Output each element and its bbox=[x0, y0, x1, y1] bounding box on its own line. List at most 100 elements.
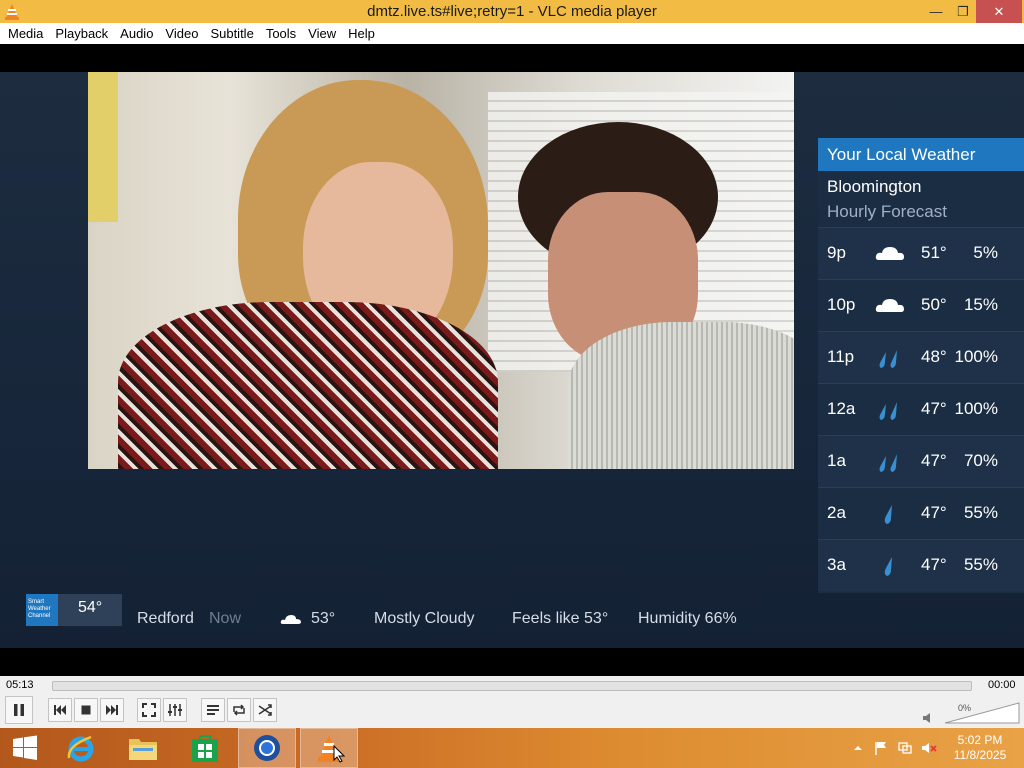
weather-panel: Your Local Weather Bloomington Hourly Fo… bbox=[818, 138, 1024, 593]
forecast-row: 10p 50° 15% bbox=[818, 279, 1024, 331]
forecast-hour: 2a bbox=[827, 503, 846, 522]
forecast-temp: 47° bbox=[921, 451, 947, 470]
clock-date: 11/8/2025 bbox=[953, 748, 1007, 762]
forecast-hour: 1a bbox=[827, 451, 846, 470]
remaining-time: 00:00 bbox=[988, 679, 1016, 691]
forecast-precip: 100% bbox=[954, 399, 998, 418]
rain-drop-icon bbox=[884, 557, 892, 576]
clock-time: 5:02 PM bbox=[957, 733, 1003, 747]
menu-help[interactable]: Help bbox=[342, 23, 381, 44]
menu-video[interactable]: Video bbox=[159, 23, 204, 44]
forecast-precip: 100% bbox=[954, 347, 998, 366]
cloud-icon bbox=[280, 615, 301, 624]
taskbar-internet-explorer[interactable] bbox=[52, 728, 110, 768]
ticker-now: Now bbox=[209, 610, 242, 627]
show-hidden-icons-icon[interactable] bbox=[850, 740, 866, 756]
forecast-row: 3a 47° 55% bbox=[818, 539, 1024, 591]
forecast-hour: 12a bbox=[827, 399, 856, 418]
menu-view[interactable]: View bbox=[302, 23, 342, 44]
weather-subtitle: Hourly Forecast bbox=[827, 202, 947, 221]
forecast-precip: 55% bbox=[963, 503, 998, 522]
pause-icon bbox=[14, 704, 24, 716]
video-area[interactable]: Your Local Weather Bloomington Hourly Fo… bbox=[0, 44, 1024, 676]
forecast-temp: 50° bbox=[921, 295, 947, 314]
forecast-row: 1a 47° 70% bbox=[818, 435, 1024, 487]
menu-bar: Media Playback Audio Video Subtitle Tool… bbox=[0, 23, 1024, 44]
channel-logo: Smart Weather Channel bbox=[26, 594, 58, 626]
forecast-precip: 15% bbox=[963, 295, 998, 314]
taskbar-chrome[interactable] bbox=[238, 728, 296, 768]
pause-button[interactable] bbox=[5, 696, 33, 724]
forecast-row: 2a 47° 55% bbox=[818, 487, 1024, 539]
weather-city: Bloomington bbox=[827, 177, 922, 196]
forecast-list: 9p 51° 5% 10p 50° 15% 11p 48° 100% 12a 4… bbox=[818, 227, 1024, 591]
stop-button[interactable] bbox=[74, 698, 98, 722]
menu-playback[interactable]: Playback bbox=[49, 23, 114, 44]
forecast-temp: 47° bbox=[921, 399, 947, 418]
volume-muted-icon[interactable] bbox=[921, 740, 937, 756]
taskbar: 5:02 PM 11/8/2025 bbox=[0, 728, 1024, 768]
ticker-humidity: Humidity 66% bbox=[638, 610, 737, 627]
taskbar-file-explorer[interactable] bbox=[114, 728, 172, 768]
playlist-button[interactable] bbox=[201, 698, 225, 722]
playback-controls: 05:13 00:00 0% bbox=[0, 676, 1024, 728]
forecast-temp: 47° bbox=[921, 555, 947, 574]
seek-bar[interactable] bbox=[52, 681, 972, 691]
cloud-icon bbox=[875, 247, 904, 260]
loop-icon bbox=[233, 704, 245, 716]
mouse-cursor-icon bbox=[333, 745, 345, 763]
menu-tools[interactable]: Tools bbox=[260, 23, 302, 44]
menu-media[interactable]: Media bbox=[2, 23, 49, 44]
shuffle-button[interactable] bbox=[253, 698, 277, 722]
rain-drop-icon bbox=[884, 505, 892, 524]
restore-button[interactable]: ❐ bbox=[950, 0, 976, 23]
forecast-precip: 55% bbox=[963, 555, 998, 574]
next-button[interactable] bbox=[100, 698, 124, 722]
extended-settings-button[interactable] bbox=[163, 698, 187, 722]
ticker-condition: Mostly Cloudy bbox=[374, 610, 475, 627]
forecast-hour: 9p bbox=[827, 243, 846, 262]
close-button[interactable]: ✕ bbox=[976, 0, 1022, 23]
forecast-row: 9p 51° 5% bbox=[818, 227, 1024, 279]
shuffle-icon bbox=[258, 704, 272, 716]
menu-audio[interactable]: Audio bbox=[114, 23, 159, 44]
playlist-icon bbox=[207, 705, 219, 715]
taskbar-store[interactable] bbox=[176, 728, 234, 768]
internet-explorer-icon bbox=[67, 735, 94, 762]
loop-button[interactable] bbox=[227, 698, 251, 722]
windows-logo-icon bbox=[13, 735, 37, 760]
current-temp: 54° bbox=[58, 594, 122, 626]
forecast-temp: 51° bbox=[921, 243, 947, 262]
action-center-flag-icon[interactable] bbox=[873, 740, 889, 756]
forecast-hour: 11p bbox=[827, 347, 855, 366]
window-title: dmtz.live.ts#live;retry=1 - VLC media pl… bbox=[367, 3, 657, 20]
fullscreen-icon bbox=[142, 703, 156, 717]
forecast-temp: 47° bbox=[921, 503, 947, 522]
ticker-temp: 53° bbox=[311, 610, 336, 627]
fullscreen-button[interactable] bbox=[137, 698, 161, 722]
rain-heavy-icon bbox=[879, 402, 897, 420]
elapsed-time: 05:13 bbox=[6, 679, 34, 691]
chrome-icon bbox=[254, 735, 280, 761]
ticker-feels-like: Feels like 53° bbox=[512, 610, 609, 627]
volume-slider[interactable] bbox=[944, 702, 1020, 724]
rain-heavy-icon bbox=[879, 454, 897, 472]
speaker-icon[interactable] bbox=[922, 712, 934, 724]
skip-next-icon bbox=[106, 705, 118, 715]
forecast-row: 11p 48° 100% bbox=[818, 331, 1024, 383]
video-scene bbox=[88, 72, 794, 469]
skip-previous-icon bbox=[54, 705, 66, 715]
title-bar: dmtz.live.ts#live;retry=1 - VLC media pl… bbox=[0, 0, 1024, 23]
menu-subtitle[interactable]: Subtitle bbox=[204, 23, 259, 44]
forecast-hour: 10p bbox=[827, 295, 856, 314]
rain-heavy-icon bbox=[879, 350, 897, 368]
network-icon[interactable] bbox=[897, 740, 913, 756]
start-button[interactable] bbox=[0, 728, 50, 768]
taskbar-clock[interactable]: 5:02 PM 11/8/2025 bbox=[948, 733, 1012, 763]
minimize-button[interactable]: — bbox=[922, 0, 950, 23]
ticker-location: Redford bbox=[137, 610, 194, 627]
forecast-precip: 5% bbox=[973, 243, 998, 262]
equalizer-icon bbox=[168, 704, 182, 716]
taskbar-vlc[interactable] bbox=[300, 728, 358, 768]
previous-button[interactable] bbox=[48, 698, 72, 722]
